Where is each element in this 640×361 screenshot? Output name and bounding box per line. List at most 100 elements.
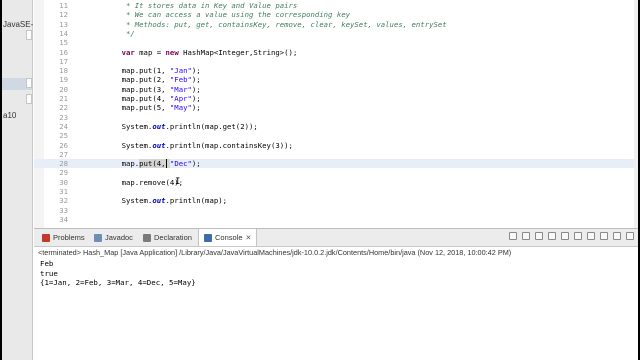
code-line[interactable]: 14 */	[34, 29, 638, 38]
code-line[interactable]: 21 map.put(4, "Apr");	[34, 94, 638, 103]
remove-all-icon[interactable]	[535, 232, 543, 240]
line-number: 14	[59, 28, 68, 38]
code-token: out	[152, 196, 166, 206]
line-number: 18	[59, 66, 68, 76]
code-line[interactable]: 17	[34, 57, 638, 66]
code-token: map.remove(4);	[104, 177, 184, 187]
code-token: HashMap<Integer,String>();	[178, 47, 298, 57]
sidebar-label-jre[interactable]: JavaSE-	[3, 20, 33, 29]
minimize-icon[interactable]	[613, 232, 621, 240]
code-text[interactable]: map.put(2, "Feb");	[104, 75, 201, 84]
line-number: 20	[59, 84, 68, 94]
line-number: 26	[59, 140, 68, 150]
code-text[interactable]: * We can access a value using the corres…	[104, 10, 350, 19]
scroll-lock-icon[interactable]	[561, 232, 569, 240]
code-token: );	[191, 84, 201, 94]
clear-console-icon[interactable]	[548, 232, 556, 240]
line-number: 11	[59, 1, 68, 10]
code-line[interactable]: 33	[34, 206, 638, 215]
code-text[interactable]: * Methods: put, get, containsKey, remove…	[104, 20, 447, 29]
code-line[interactable]: 22 map.put(5, "May");	[34, 103, 638, 112]
console-status: <terminated> Hash_Map [Java Application]…	[38, 248, 512, 257]
console-toolbar	[509, 232, 634, 240]
line-number: 12	[59, 10, 68, 20]
tab-javadoc[interactable]: Javadoc	[90, 229, 137, 246]
code-line[interactable]: 18 map.put(1, "Jan");	[34, 66, 638, 75]
code-token: map.put(4,	[104, 94, 170, 103]
line-number: 19	[59, 75, 68, 85]
code-line[interactable]: 15	[34, 38, 638, 47]
code-line[interactable]: 27	[34, 150, 638, 159]
code-line[interactable]: 20 map.put(3, "Mar");	[34, 85, 638, 94]
code-line[interactable]: 24 System.out.println(map.get(2));	[34, 122, 638, 131]
code-line[interactable]: 12 * We can access a value using the cor…	[34, 10, 638, 19]
code-text[interactable]: map.put(4, "Dec");	[104, 159, 201, 169]
sidebar-label-jdk[interactable]: a10	[3, 111, 16, 120]
console-output-line: Feb	[40, 259, 54, 268]
code-line[interactable]: 31	[34, 187, 638, 196]
sidebar-row[interactable]	[2, 4, 32, 16]
console-output-line: true	[40, 268, 58, 278]
code-text[interactable]: * It stores data in Key and Value pairs	[104, 1, 297, 10]
code-line[interactable]: 13 * Methods: put, get, containsKey, rem…	[34, 20, 638, 29]
code-token: "Jan"	[169, 66, 192, 76]
editor-scrollbar[interactable]	[634, 0, 638, 228]
code-text[interactable]: map.put(5, "May");	[104, 103, 201, 112]
code-token: var	[121, 47, 135, 57]
mouse-ibeam-cursor: I	[175, 177, 181, 187]
tab-declaration[interactable]: Declaration	[139, 229, 196, 246]
code-token: .println(map);	[165, 196, 228, 206]
tab-console[interactable]: Console ✕	[198, 229, 258, 246]
code-line[interactable]: 30 map.remove(4);	[34, 178, 638, 187]
code-line[interactable]: 29	[34, 168, 638, 177]
code-editor[interactable]: 11 * It stores data in Key and Value pai…	[34, 0, 638, 228]
code-token: System.	[104, 196, 153, 206]
console-output-line: {1=Jan, 2=Feb, 3=Mar, 4=Dec, 5=May}	[40, 278, 196, 287]
code-token: .println(map.get(2));	[165, 121, 258, 131]
code-token: );	[191, 94, 201, 103]
code-token: "Feb"	[169, 75, 192, 85]
terminate-icon[interactable]	[509, 232, 517, 240]
code-line[interactable]: 11 * It stores data in Key and Value pai…	[34, 1, 638, 10]
sidebar-item-box[interactable]	[26, 94, 32, 104]
remove-launch-icon[interactable]	[522, 232, 530, 240]
code-line[interactable]: 25	[34, 131, 638, 140]
code-line[interactable]: 19 map.put(2, "Feb");	[34, 75, 638, 84]
pin-console-icon[interactable]	[574, 232, 582, 240]
code-line[interactable]: 23	[34, 113, 638, 122]
code-text[interactable]: */	[104, 29, 135, 38]
code-token: * It stores data in Key and Value pairs	[104, 1, 298, 10]
code-text[interactable]: System.out.println(map);	[104, 196, 227, 205]
code-token: out	[152, 121, 166, 131]
code-text[interactable]: map.put(3, "Mar");	[104, 85, 201, 94]
line-number: 23	[59, 112, 68, 122]
line-number: 33	[59, 205, 68, 215]
code-text[interactable]: System.out.println(map.get(2));	[104, 122, 258, 131]
line-number: 28	[59, 159, 68, 169]
tab-problems[interactable]: Problems	[38, 229, 89, 246]
sidebar-item-box[interactable]	[26, 30, 32, 40]
code-line[interactable]: 32 System.out.println(map);	[34, 196, 638, 205]
line-number: 16	[59, 47, 68, 57]
code-text[interactable]: System.out.println(map.containsKey(3));	[104, 141, 293, 150]
maximize-icon[interactable]	[626, 232, 634, 240]
code-line[interactable]: 34	[34, 215, 638, 224]
line-number: 15	[59, 38, 68, 48]
code-token: System.	[104, 140, 153, 150]
code-text[interactable]: map.put(1, "Jan");	[104, 66, 201, 75]
display-selected-console-icon[interactable]	[587, 232, 595, 240]
code-line[interactable]: 16 var map = new HashMap<Integer,String>…	[34, 48, 638, 57]
close-icon[interactable]: ✕	[246, 234, 252, 242]
sidebar-item-box[interactable]	[26, 78, 32, 88]
code-token: );	[191, 75, 201, 85]
code-text[interactable]: map.remove(4);	[104, 177, 184, 187]
line-number: 17	[59, 56, 68, 66]
package-explorer[interactable]: JavaSE- a10	[2, 0, 33, 360]
highlighted-code-line[interactable]: 28 map.put(4, "Dec");	[34, 159, 638, 169]
open-console-icon[interactable]	[600, 232, 608, 240]
code-token: map =	[134, 47, 166, 57]
code-text[interactable]: var map = new HashMap<Integer,String>();	[104, 47, 298, 57]
code-line[interactable]: 26 System.out.println(map.containsKey(3)…	[34, 141, 638, 150]
code-text[interactable]: map.put(4, "Apr");	[104, 94, 201, 103]
